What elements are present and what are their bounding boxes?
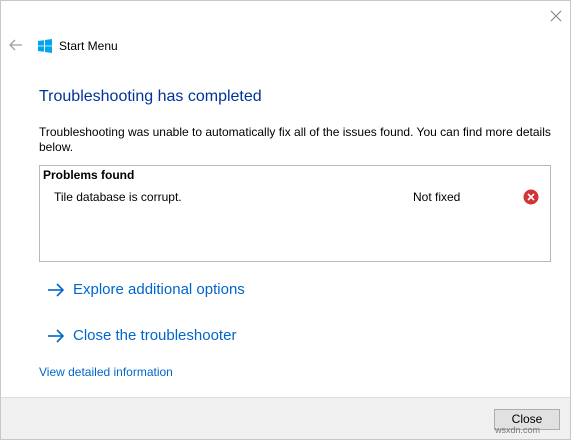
explore-additional-options-link[interactable]: Explore additional options	[47, 281, 245, 299]
result-description: Troubleshooting was unable to automatica…	[39, 125, 551, 154]
back-arrow-icon[interactable]	[8, 37, 24, 53]
arrow-right-icon	[48, 329, 65, 343]
windows-logo-icon	[38, 39, 52, 53]
close-troubleshooter-label: Close the troubleshooter	[73, 327, 237, 344]
window-close-icon[interactable]	[548, 8, 564, 24]
problem-status: Not fixed	[413, 190, 461, 204]
problems-found-header: Problems found	[43, 168, 135, 182]
problem-name: Tile database is corrupt.	[54, 190, 182, 204]
problem-row: Tile database is corrupt. Not fixed	[40, 188, 550, 206]
window-title: Start Menu	[59, 39, 118, 53]
view-detailed-information-link[interactable]: View detailed information	[39, 365, 173, 380]
close-troubleshooter-link[interactable]: Close the troubleshooter	[47, 327, 236, 345]
arrow-right-icon	[48, 283, 65, 297]
page-heading: Troubleshooting has completed	[39, 88, 262, 105]
dialog-footer: Close	[1, 397, 570, 439]
error-icon	[523, 189, 539, 205]
problems-found-panel: Problems found Tile database is corrupt.…	[39, 165, 551, 262]
watermark: wsxdn.com	[495, 425, 541, 435]
troubleshooter-window: Start Menu Troubleshooting has completed…	[0, 0, 571, 440]
explore-additional-options-label: Explore additional options	[73, 281, 245, 298]
